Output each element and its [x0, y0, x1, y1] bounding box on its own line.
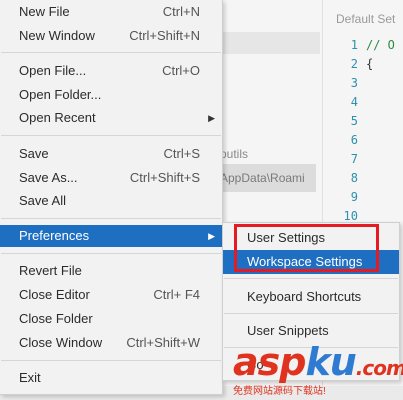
menu-item-label: New File	[19, 4, 70, 19]
menu-item-save[interactable]: Save Ctrl+S	[0, 143, 222, 165]
menu-item-exit[interactable]: Exit	[0, 367, 222, 389]
menu-item-label: Save All	[19, 193, 66, 208]
menu-item-label: Save	[19, 146, 49, 161]
menu-item-shortcut: Ctrl+Shift+N	[129, 28, 200, 43]
menu-item-label: Open Recent	[19, 110, 96, 125]
submenu-arrow-icon: ▶	[208, 231, 215, 241]
menu-item-open-file[interactable]: Open File... Ctrl+O	[0, 60, 222, 82]
menu-item-new-file[interactable]: New File Ctrl+N	[0, 1, 222, 23]
menu-item-shortcut: Ctrl+O	[162, 63, 200, 78]
menu-item-label: Preferences	[19, 228, 90, 243]
watermark-logo: aspku.com 免费网站源码下载站!	[233, 340, 403, 400]
menu-item-label: Save As...	[19, 170, 78, 185]
menu-item-close-editor[interactable]: Close Editor Ctrl+ F4	[0, 284, 222, 306]
menu-item-label: New Window	[19, 28, 95, 43]
annotation-highlight-box	[234, 224, 379, 272]
code-line: {	[366, 57, 374, 71]
menu-item-shortcut: Ctrl+Shift+S	[129, 170, 200, 185]
explorer-item-label: putils	[220, 147, 249, 161]
code-area[interactable]: // O {	[366, 36, 395, 74]
line-number: 2	[350, 57, 358, 71]
menu-separator	[1, 360, 221, 361]
menu-item-shortcut: Ctrl+N	[162, 4, 200, 19]
settings-panel-title: Default Set	[336, 12, 396, 26]
menu-separator	[1, 253, 221, 254]
menu-item-label: Open Folder...	[19, 87, 102, 102]
menu-item-label: Close Editor	[19, 287, 90, 302]
line-number: 8	[350, 171, 358, 185]
menu-item-close-window[interactable]: Close Window Ctrl+Shift+W	[0, 332, 222, 354]
menu-item-save-all[interactable]: Save All	[0, 190, 222, 212]
menu-item-open-folder[interactable]: Open Folder...	[0, 84, 222, 106]
line-number-gutter: 1 2 3 4 5 6 7 8 9 10	[330, 36, 358, 226]
line-number: 4	[350, 95, 358, 109]
submenu-arrow-icon: ▶	[208, 113, 215, 123]
editor-tab-strip	[220, 32, 320, 54]
menu-item-shortcut: Ctrl+ F4	[153, 287, 200, 302]
explorer-path: AppData\Roami	[220, 164, 316, 192]
submenu-item-label: Keyboard Shortcuts	[247, 289, 362, 304]
menu-item-preferences[interactable]: Preferences ▶	[0, 225, 222, 247]
menu-item-shortcut: Ctrl+Shift+W	[126, 335, 200, 350]
menu-item-revert-file[interactable]: Revert File	[0, 260, 222, 282]
line-number: 7	[350, 152, 358, 166]
menu-separator	[224, 313, 398, 314]
menu-item-label: Open File...	[19, 63, 87, 78]
line-number: 1	[350, 38, 358, 52]
menu-separator	[1, 135, 221, 136]
menu-separator	[1, 218, 221, 219]
menu-separator	[1, 52, 221, 53]
line-number: 3	[350, 76, 358, 90]
menu-item-label: Exit	[19, 370, 41, 385]
file-menu: New File Ctrl+N New Window Ctrl+Shift+N …	[0, 0, 223, 395]
menu-item-label: Close Window	[19, 335, 103, 350]
code-line: // O	[366, 38, 395, 52]
menu-item-open-recent[interactable]: Open Recent ▶	[0, 107, 222, 129]
watermark-subtitle: 免费网站源码下载站!	[233, 386, 326, 397]
menu-item-new-window[interactable]: New Window Ctrl+Shift+N	[0, 25, 222, 47]
menu-separator	[224, 278, 398, 279]
menu-item-label: Revert File	[19, 263, 82, 278]
menu-item-close-folder[interactable]: Close Folder	[0, 308, 222, 330]
menu-item-shortcut: Ctrl+S	[163, 146, 200, 161]
line-number: 5	[350, 114, 358, 128]
line-number: 6	[350, 133, 358, 147]
menu-item-save-as[interactable]: Save As... Ctrl+Shift+S	[0, 167, 222, 189]
menu-item-label: Close Folder	[19, 311, 93, 326]
submenu-item-keyboard-shortcuts[interactable]: Keyboard Shortcuts	[223, 285, 399, 309]
line-number: 9	[350, 190, 358, 204]
